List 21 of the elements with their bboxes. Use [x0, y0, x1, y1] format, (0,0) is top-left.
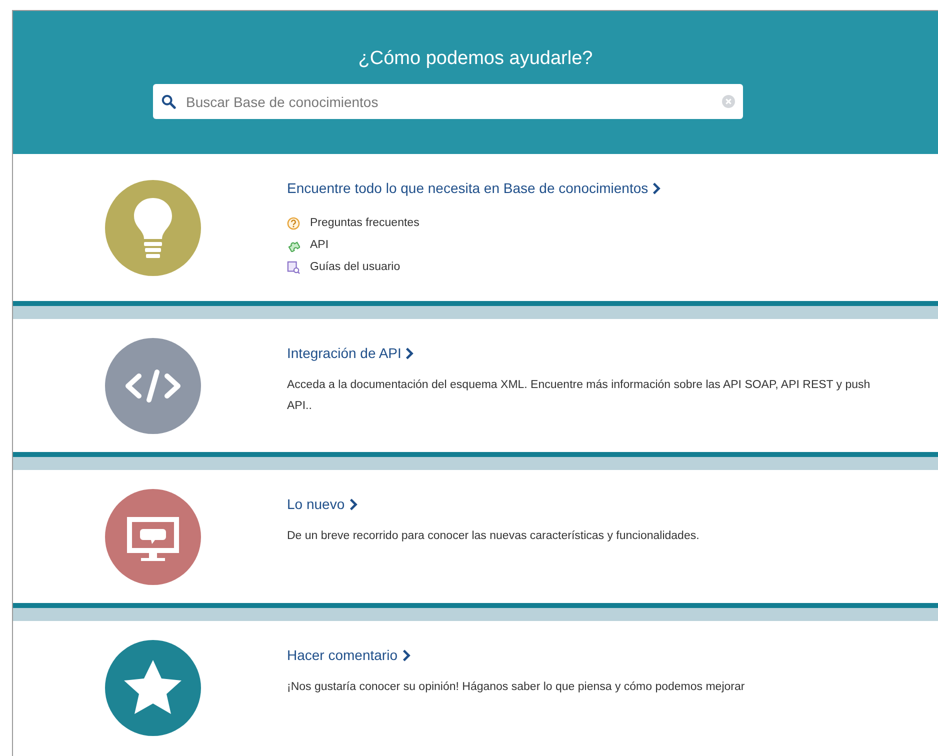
chevron-icon	[405, 346, 414, 360]
section-link[interactable]: Encuentre todo lo que necesita en Base de conocimientos	[287, 180, 662, 196]
section-description: Acceda a la documentación del esquema XML. Encuentre más información sobre las API SOAP, API REST y push API..	[287, 378, 872, 414]
search-field[interactable]: Buscar Base de conocimientos	[153, 84, 743, 119]
section-link[interactable]: Integración de API	[287, 345, 414, 361]
question-icon	[287, 216, 300, 230]
page-title: ¿Cómo podemos ayudarle?	[358, 48, 593, 70]
section-description: De un breve recorrido para conocer las nuevas características y funcionalidades.	[287, 529, 700, 544]
chevron-icon	[652, 182, 662, 194]
section-link[interactable]: Hacer comentario	[287, 647, 410, 663]
section-description: ¡Nos gustaría conocer su opinión! Háganos saber lo que piensa y cómo podemos mejorar	[287, 680, 745, 695]
puzzle-icon	[287, 238, 300, 252]
resource-link[interactable]: API	[310, 239, 329, 251]
clear-icon[interactable]	[722, 95, 735, 108]
chevron-icon	[402, 648, 410, 662]
resource-link[interactable]: Guías del usuario	[310, 261, 400, 273]
section-link[interactable]: Lo nuevo	[287, 496, 358, 512]
search-icon	[161, 94, 176, 109]
resource-link[interactable]: Preguntas frecuentes	[310, 217, 420, 229]
chevron-icon	[348, 498, 358, 510]
guide-icon	[287, 260, 300, 274]
